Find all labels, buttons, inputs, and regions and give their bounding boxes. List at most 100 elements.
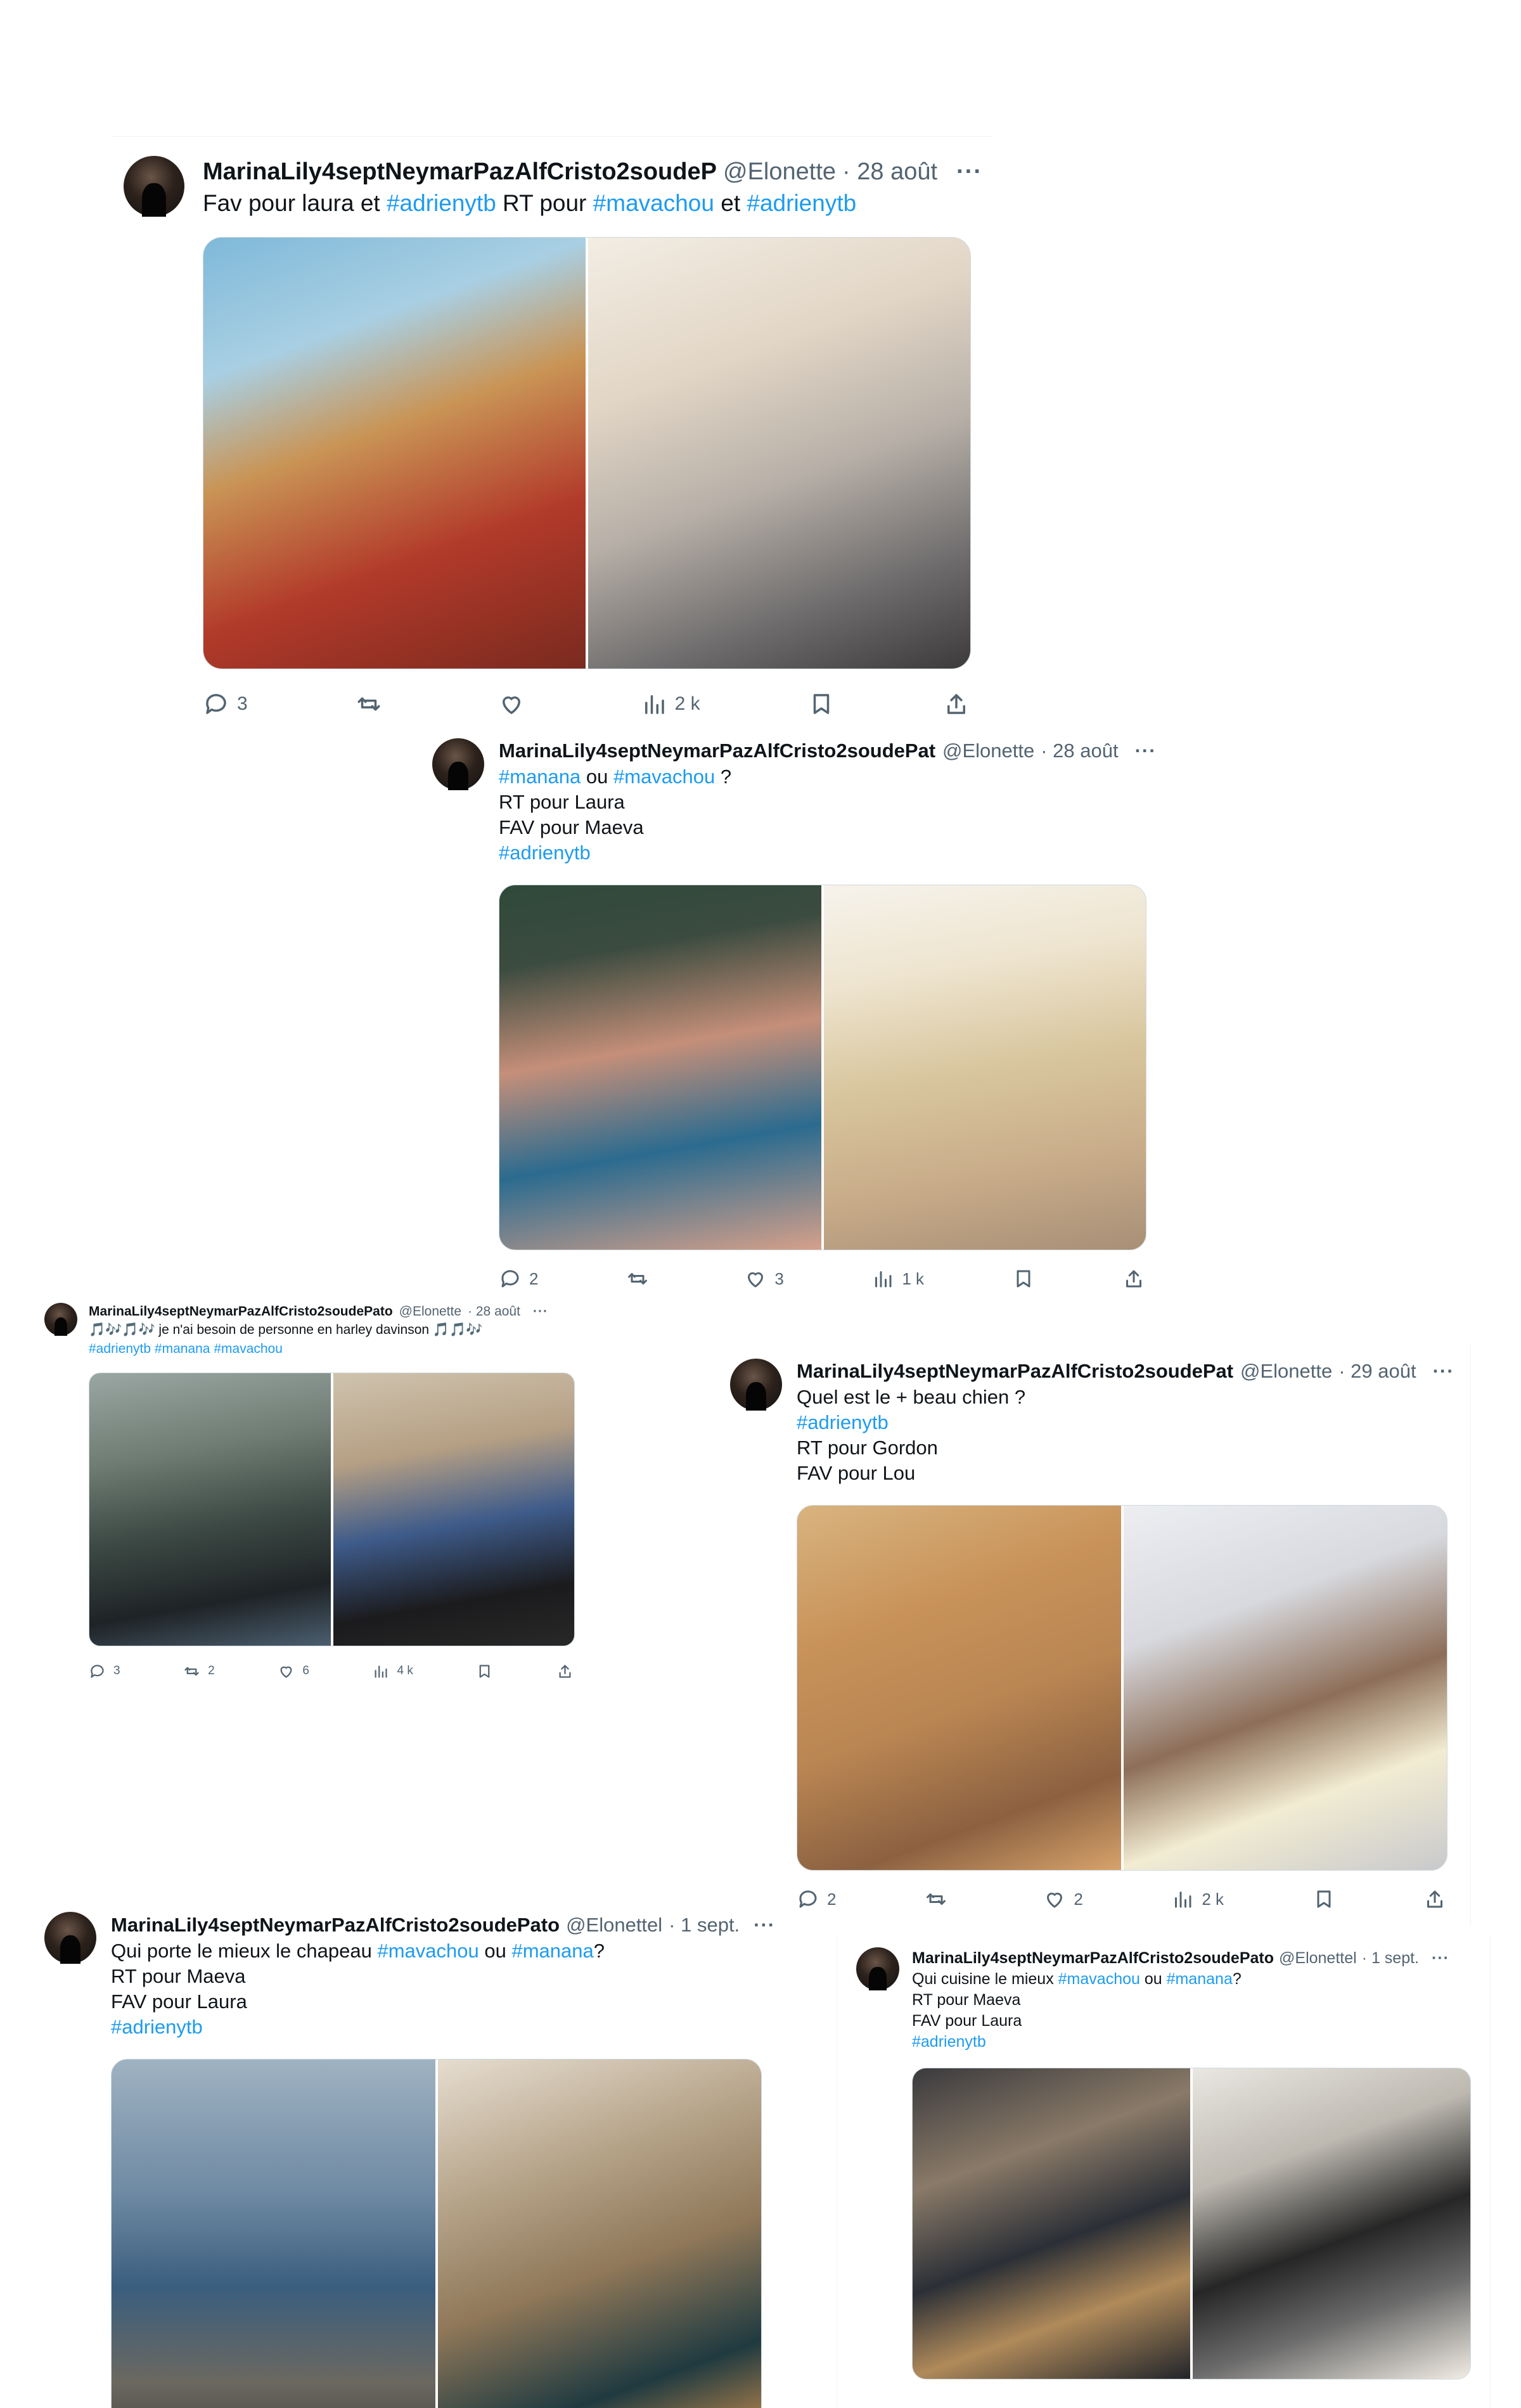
hashtag-link[interactable]: #mavachou [593,190,714,216]
like-button[interactable]: 2 [1043,1888,1083,1911]
media-grid[interactable] [912,2068,1471,2379]
hashtag-link[interactable]: #adrienytb [912,2033,986,2051]
tweet-date[interactable]: · 1 sept. [1362,1949,1419,1968]
tweet-1[interactable]: MarinaLily4septNeymarPazAlfCristo2soudeP… [111,136,992,726]
tweet-image[interactable] [913,2068,1190,2379]
tweet-date[interactable]: · 1 sept. [669,1914,740,1937]
avatar[interactable] [44,1912,96,1964]
tweet-date[interactable]: · 28 août [1041,740,1118,762]
author-name[interactable]: MarinaLily4septNeymarPazAlfCristo2soudeP… [111,1914,560,1937]
reply-button[interactable]: 3 [89,1663,120,1680]
author-handle[interactable]: @Elonette [942,740,1034,762]
avatar[interactable] [432,738,484,790]
tweet-image[interactable] [586,238,970,669]
like-button[interactable] [498,691,532,717]
author-name[interactable]: MarinaLily4septNeymarPazAlfCristo2soudeP… [797,1360,1234,1383]
tweet-4[interactable]: MarinaLily4septNeymarPazAlfCristo2soudeP… [722,1343,1471,1926]
author-name[interactable]: MarinaLily4septNeymarPazAlfCristo2soudeP… [499,740,936,762]
author-handle[interactable]: @Elonette [399,1304,461,1319]
bookmark-button[interactable] [1312,1888,1335,1911]
author-name[interactable]: MarinaLily4septNeymarPazAlfCristo2soudeP… [912,1949,1274,1968]
media-grid[interactable] [203,237,971,669]
tweet-image[interactable] [330,1373,574,1646]
hashtag-link[interactable]: #manana [1167,1970,1233,1988]
tweet-date[interactable]: · 28 août [468,1304,520,1319]
hashtag-link[interactable]: #mavachou [1058,1970,1140,1988]
like-button[interactable]: 6 [278,1663,309,1680]
hashtag-link[interactable]: #manana [155,1342,210,1356]
hashtag-link[interactable]: #manana [499,765,581,788]
tweet-5[interactable]: MarinaLily4septNeymarPazAlfCristo2soudeP… [38,1904,786,2408]
media-grid[interactable] [89,1373,575,1646]
tweet-image[interactable] [89,1373,331,1646]
retweet-button[interactable] [356,691,390,717]
tweet-image[interactable] [112,2059,435,2408]
retweet-button[interactable]: 2 [183,1663,215,1680]
share-button[interactable] [1122,1267,1145,1290]
hashtag-link[interactable]: #adrienytb [89,1342,151,1356]
tweet-image[interactable] [821,885,1146,1250]
views-button[interactable]: 2 k [1171,1888,1224,1911]
hashtag-link[interactable]: #mavachou [214,1342,283,1356]
author-handle[interactable]: @Elonette [723,158,836,186]
media-grid[interactable] [111,2059,762,2408]
views-count: 2 k [1202,1889,1224,1909]
more-options-button[interactable]: ··· [533,1304,548,1319]
author-name[interactable]: MarinaLily4septNeymarPazAlfCristo2soudeP… [89,1304,393,1319]
avatar[interactable] [44,1303,77,1336]
tweet-text-line: FAV pour Laura [111,1989,776,2014]
tweet-image[interactable] [1120,1506,1447,1870]
more-options-button[interactable]: ··· [956,158,982,186]
retweet-button[interactable] [925,1888,955,1911]
bookmark-button[interactable] [476,1663,493,1680]
author-name[interactable]: MarinaLily4septNeymarPazAlfCristo2soudeP… [203,158,717,186]
tweet-image[interactable] [797,1506,1121,1870]
views-button[interactable]: 1 k [871,1267,924,1290]
reply-button[interactable]: 2 [499,1267,538,1290]
avatar[interactable] [124,156,184,217]
tweet-6[interactable]: MarinaLily4septNeymarPazAlfCristo2soudeP… [837,1936,1491,2408]
media-grid[interactable] [499,885,1146,1250]
hashtag-link[interactable]: #mavachou [613,765,715,788]
bookmark-button[interactable] [808,691,835,717]
hashtag-link[interactable]: #adrienytb [499,842,591,864]
author-handle[interactable]: @Elonettel [566,1914,662,1937]
hashtag-link[interactable]: #adrienytb [797,1411,889,1433]
share-button[interactable] [1423,1888,1446,1911]
tweet-date[interactable]: · 29 août [1338,1360,1416,1383]
tweet-date[interactable]: · 28 août [842,158,937,186]
more-options-button[interactable]: ··· [1135,740,1157,762]
reply-button[interactable]: 3 [203,691,248,717]
reply-button[interactable]: 2 [797,1888,836,1911]
more-options-button[interactable]: ··· [1432,1949,1449,1968]
like-button[interactable]: 3 [744,1267,784,1290]
reply-icon [797,1888,819,1911]
tweet-image[interactable] [1190,2068,1470,2379]
share-button[interactable] [556,1663,574,1680]
views-button[interactable]: 2 k [641,691,700,717]
retweet-button[interactable] [626,1267,657,1290]
tweet-2[interactable]: MarinaLily4septNeymarPazAlfCristo2soudeP… [425,729,1166,1299]
media-grid[interactable] [797,1505,1447,1871]
hashtag-link[interactable]: 🎵🎵🎶 [433,1322,482,1337]
tweet-image[interactable] [435,2059,761,2408]
views-button[interactable]: 4 k [372,1663,413,1680]
bookmark-button[interactable] [1012,1267,1035,1290]
share-button[interactable] [943,691,970,717]
avatar[interactable] [730,1359,782,1411]
hashtag-link[interactable]: #adrienytb [747,190,856,216]
tweet-text-line: #manana ou #mavachou ? [499,764,1158,790]
tweet-3[interactable]: MarinaLily4septNeymarPazAlfCristo2soudeP… [38,1299,596,1705]
tweet-image[interactable] [203,238,586,669]
hashtag-link[interactable]: 🎵🎶🎵🎶 [89,1322,155,1337]
hashtag-link[interactable]: #adrienytb [387,190,496,216]
more-options-button[interactable]: ··· [1433,1360,1454,1383]
hashtag-link[interactable]: #manana [511,1940,593,1962]
author-handle[interactable]: @Elonettel [1279,1949,1357,1968]
avatar[interactable] [856,1947,899,1990]
more-options-button[interactable]: ··· [754,1914,775,1937]
hashtag-link[interactable]: #adrienytb [111,2016,203,2038]
hashtag-link[interactable]: #mavachou [377,1940,478,1962]
tweet-image[interactable] [499,885,821,1250]
author-handle[interactable]: @Elonette [1240,1360,1332,1383]
